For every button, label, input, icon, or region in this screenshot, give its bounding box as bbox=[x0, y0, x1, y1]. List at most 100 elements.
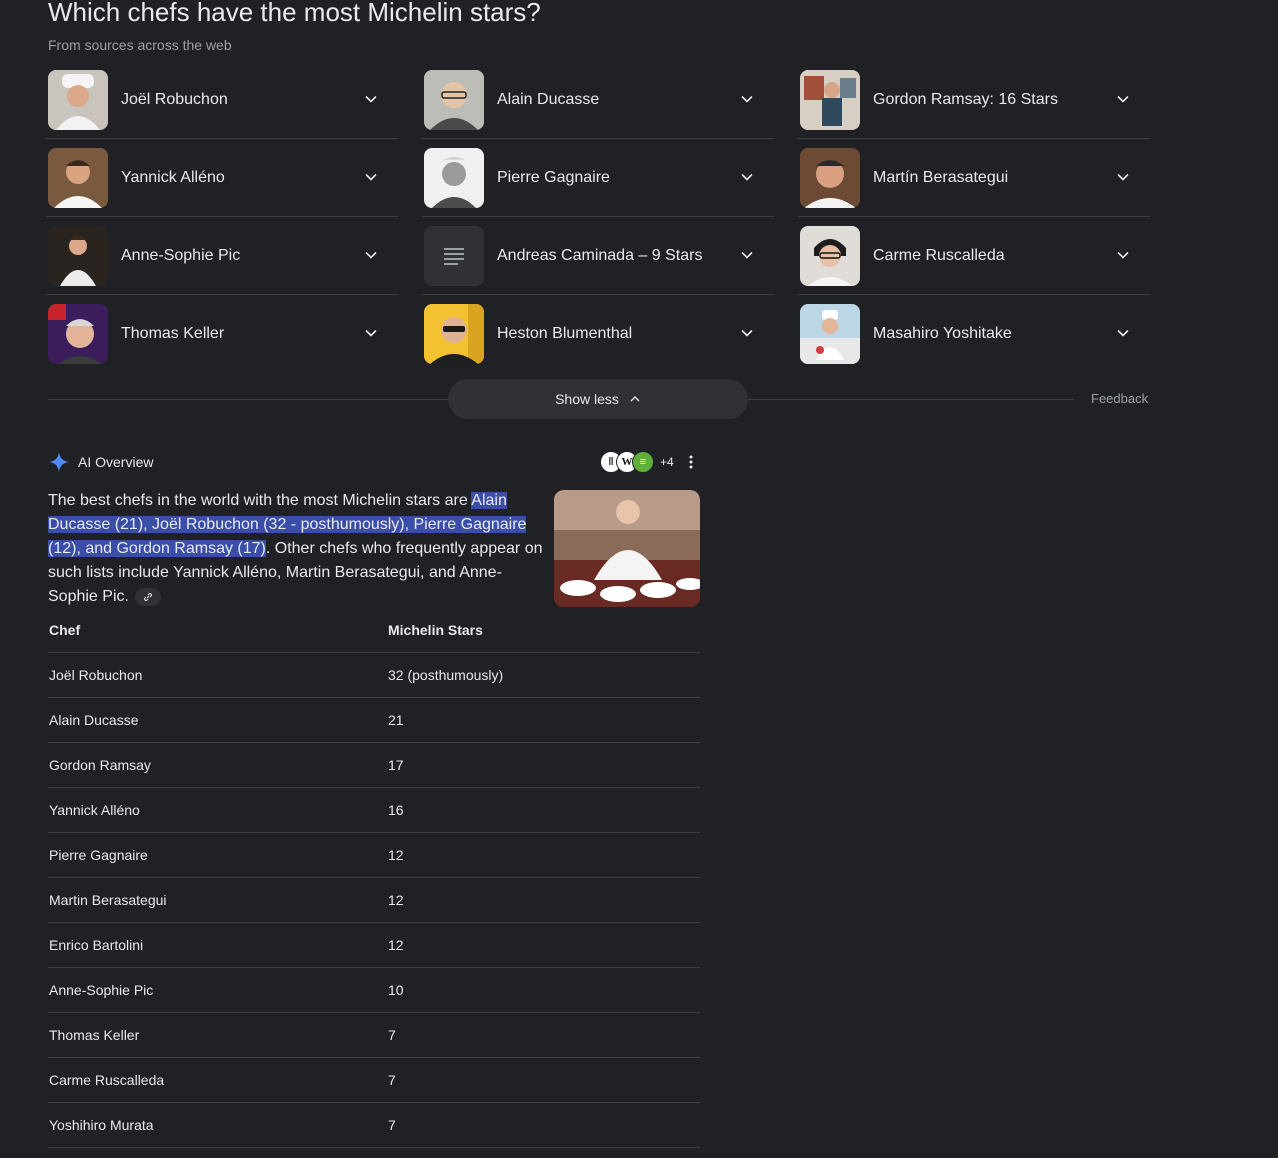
chevron-down-icon[interactable] bbox=[364, 326, 378, 340]
chef-cell: Martin Berasategui bbox=[48, 877, 387, 923]
chef-photo bbox=[424, 70, 484, 130]
chef-cell: Alain Ducasse bbox=[48, 697, 387, 743]
show-less-button[interactable]: Show less bbox=[448, 379, 748, 419]
chef-card[interactable]: Alain Ducasse bbox=[422, 62, 774, 139]
chef-card[interactable]: Martín Berasategui bbox=[798, 140, 1150, 217]
chef-photo bbox=[800, 148, 860, 208]
chef-cell: Enrico Bartolini bbox=[48, 922, 387, 968]
chevron-down-icon[interactable] bbox=[740, 248, 754, 262]
chef-photo bbox=[424, 148, 484, 208]
stars-cell: 21 bbox=[387, 697, 700, 743]
list-icon: ≡ bbox=[632, 451, 654, 473]
table-header-row: Chef Michelin Stars bbox=[48, 607, 700, 653]
table-row: Pierre Gagnaire 12 bbox=[48, 832, 700, 878]
chevron-down-icon[interactable] bbox=[364, 92, 378, 106]
chef-card[interactable]: Gordon Ramsay: 16 Stars bbox=[798, 62, 1150, 139]
chef-name: Heston Blumenthal bbox=[497, 325, 633, 342]
chef-name: Carme Ruscalleda bbox=[873, 247, 1005, 264]
chef-cell: Yannick Alléno bbox=[48, 787, 387, 833]
chef-cell: Anne-Sophie Pic bbox=[48, 967, 387, 1013]
chef-card[interactable]: Anne-Sophie Pic bbox=[46, 218, 398, 295]
chevron-down-icon[interactable] bbox=[740, 92, 754, 106]
chevron-down-icon[interactable] bbox=[1116, 92, 1130, 106]
link-icon bbox=[144, 592, 152, 601]
chef-photo bbox=[48, 304, 108, 364]
table-row: Yoshihiro Murata 7 bbox=[48, 1102, 700, 1148]
chef-card[interactable]: Andreas Caminada – 9 Stars bbox=[422, 218, 774, 295]
chef-name: Anne-Sophie Pic bbox=[121, 247, 241, 264]
chevron-down-icon[interactable] bbox=[1116, 248, 1130, 262]
chef-photo bbox=[800, 70, 860, 130]
table-row: Alain Ducasse 21 bbox=[48, 697, 700, 743]
stars-cell: 7 bbox=[387, 1012, 700, 1058]
chef-photo bbox=[48, 70, 108, 130]
stars-cell: 7 bbox=[387, 1057, 700, 1103]
table-row: Gordon Ramsay 17 bbox=[48, 742, 700, 788]
chef-card[interactable]: Yannick Alléno bbox=[46, 140, 398, 217]
page-subtitle: From sources across the web bbox=[48, 37, 232, 53]
chef-name: Yannick Alléno bbox=[121, 169, 225, 186]
chef-photo bbox=[800, 226, 860, 286]
chevron-up-icon bbox=[630, 396, 640, 402]
chevron-down-icon[interactable] bbox=[364, 170, 378, 184]
table-row: Thomas Keller 7 bbox=[48, 1012, 700, 1058]
table-row: Enrico Bartolini 12 bbox=[48, 922, 700, 968]
table-row: Yannick Alléno 16 bbox=[48, 787, 700, 833]
more-sources-count: +4 bbox=[660, 455, 674, 469]
stars-cell: 17 bbox=[387, 742, 700, 788]
table-row: Carme Ruscalleda 7 bbox=[48, 1057, 700, 1103]
chevron-down-icon[interactable] bbox=[740, 326, 754, 340]
chef-card[interactable]: Masahiro Yoshitake bbox=[798, 296, 1150, 373]
ai-text-intro: The best chefs in the world with the mos… bbox=[48, 492, 472, 509]
ai-overview-header: AI Overview bbox=[48, 451, 153, 473]
table-row: Joël Robuchon 32 (posthumously) bbox=[48, 652, 700, 698]
table-row: Martin Berasategui 12 bbox=[48, 877, 700, 923]
more-options-icon[interactable] bbox=[685, 453, 697, 471]
chef-name: Andreas Caminada – 9 Stars bbox=[497, 247, 703, 264]
document-icon bbox=[424, 226, 484, 286]
chevron-down-icon[interactable] bbox=[740, 170, 754, 184]
chef-photo bbox=[48, 226, 108, 286]
chef-name: Alain Ducasse bbox=[497, 91, 600, 108]
chef-photo bbox=[800, 304, 860, 364]
ai-overview-label: AI Overview bbox=[78, 454, 154, 470]
chef-kitchen-image[interactable] bbox=[554, 490, 700, 607]
chevron-down-icon[interactable] bbox=[1116, 326, 1130, 340]
michelin-stars-table: Chef Michelin Stars Joël Robuchon 32 (pos… bbox=[48, 607, 700, 1148]
chef-cell: Carme Ruscalleda bbox=[48, 1057, 387, 1103]
chef-cell: Joël Robuchon bbox=[48, 652, 387, 698]
chevron-down-icon[interactable] bbox=[1116, 170, 1130, 184]
stars-cell: 12 bbox=[387, 922, 700, 968]
chef-photo bbox=[48, 148, 108, 208]
chef-cell: Thomas Keller bbox=[48, 1012, 387, 1058]
chef-card[interactable]: Heston Blumenthal bbox=[422, 296, 774, 373]
chevron-down-icon[interactable] bbox=[364, 248, 378, 262]
link-chip[interactable] bbox=[134, 587, 161, 606]
chef-name: Masahiro Yoshitake bbox=[873, 325, 1012, 342]
column-header-chef: Chef bbox=[48, 607, 387, 653]
chef-card[interactable]: Carme Ruscalleda bbox=[798, 218, 1150, 295]
chef-cell: Yoshihiro Murata bbox=[48, 1102, 387, 1148]
chef-name: Pierre Gagnaire bbox=[497, 169, 610, 186]
table-row: Anne-Sophie Pic 10 bbox=[48, 967, 700, 1013]
chef-card[interactable]: Joël Robuchon bbox=[46, 62, 398, 139]
ai-overview-text: The best chefs in the world with the mos… bbox=[48, 489, 548, 609]
stars-cell: 12 bbox=[387, 877, 700, 923]
chef-card[interactable]: Thomas Keller bbox=[46, 296, 398, 373]
chef-cell: Pierre Gagnaire bbox=[48, 832, 387, 878]
stars-cell: 10 bbox=[387, 967, 700, 1013]
stars-cell: 12 bbox=[387, 832, 700, 878]
chef-name: Joël Robuchon bbox=[121, 91, 228, 108]
chef-name: Gordon Ramsay: 16 Stars bbox=[873, 91, 1058, 108]
stars-cell: 32 (posthumously) bbox=[387, 652, 700, 698]
stars-cell: 16 bbox=[387, 787, 700, 833]
source-icons[interactable]: ‖ W ≡ +4 bbox=[600, 451, 674, 473]
chef-card[interactable]: Pierre Gagnaire bbox=[422, 140, 774, 217]
page-title: Which chefs have the most Michelin stars… bbox=[48, 0, 541, 27]
chef-cell: Gordon Ramsay bbox=[48, 742, 387, 788]
chef-name: Thomas Keller bbox=[121, 325, 225, 342]
sparkle-icon bbox=[48, 451, 70, 473]
show-less-label: Show less bbox=[555, 391, 619, 407]
feedback-link[interactable]: Feedback bbox=[1091, 391, 1148, 406]
stars-cell: 7 bbox=[387, 1102, 700, 1148]
